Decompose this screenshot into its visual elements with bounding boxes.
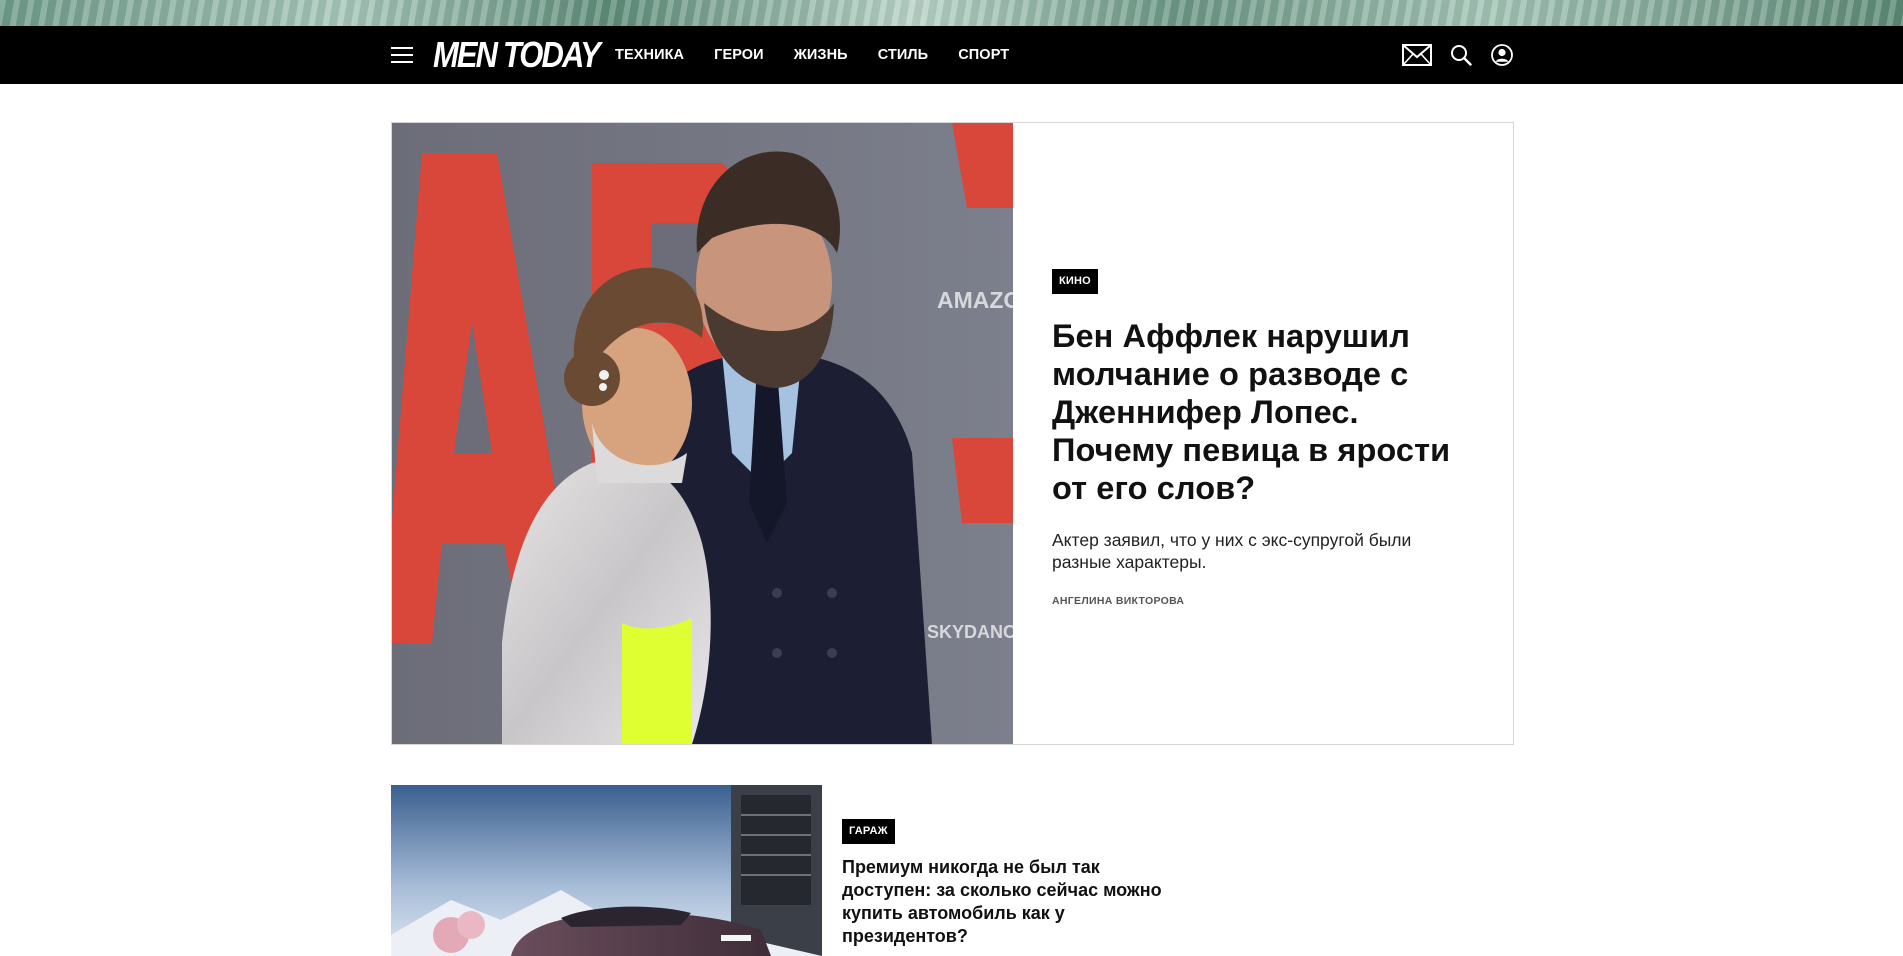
main-nav: ТЕХНИКА ГЕРОИ ЖИЗНЬ СТИЛЬ СПОРТ <box>615 26 1039 84</box>
top-banner-image <box>0 0 1903 26</box>
menu-icon[interactable] <box>391 47 413 63</box>
navbar-inner: MEN TODAY ТЕХНИКА ГЕРОИ ЖИЗНЬ СТИЛЬ СПОР… <box>391 26 1513 84</box>
user-icon[interactable] <box>1491 44 1513 66</box>
article-card-headline[interactable]: Премиум никогда не был так доступен: за … <box>842 856 1182 948</box>
hero-headline[interactable]: Бен Аффлек нарушил молчание о разводе с … <box>1052 317 1472 507</box>
sign-text-amazon: AMAZON STUDIOS <box>937 287 1013 313</box>
search-icon[interactable] <box>1450 44 1472 66</box>
nav-link-heroes[interactable]: ГЕРОИ <box>714 47 764 63</box>
category-tag[interactable]: КИНО <box>1052 269 1098 294</box>
nav-link-tech[interactable]: ТЕХНИКА <box>615 47 684 63</box>
category-tag[interactable]: ГАРАЖ <box>842 819 895 844</box>
mail-icon[interactable] <box>1402 44 1432 66</box>
nav-link-sport[interactable]: СПОРТ <box>958 47 1009 63</box>
nav-link-style[interactable]: СТИЛЬ <box>878 47 929 63</box>
hero-photo[interactable]: AMAZON STUDIOS SKYDANCE <box>392 123 1013 744</box>
nav-link-life[interactable]: ЖИЗНЬ <box>794 47 848 63</box>
author-name[interactable]: АНГЕЛИНА ВИКТОРОВА <box>1052 595 1472 607</box>
article-card-text: ГАРАЖ Премиум никогда не был так доступе… <box>842 819 1182 948</box>
article-card-photo[interactable] <box>391 785 822 956</box>
navbar-icons <box>1402 26 1513 84</box>
article-card[interactable]: ГАРАЖ Премиум никогда не был так доступе… <box>391 785 1191 956</box>
sign-text-skydance: SKYDANCE <box>927 622 1013 642</box>
site-logo[interactable]: MEN TODAY <box>433 34 601 76</box>
hero-text-block: КИНО Бен Аффлек нарушил молчание о разво… <box>1052 269 1472 607</box>
top-navbar: MEN TODAY ТЕХНИКА ГЕРОИ ЖИЗНЬ СТИЛЬ СПОР… <box>0 26 1903 84</box>
hero-article[interactable]: AMAZON STUDIOS SKYDANCE <box>391 122 1514 745</box>
hero-lead: Актер заявил, что у них с экс-супругой б… <box>1052 530 1412 572</box>
